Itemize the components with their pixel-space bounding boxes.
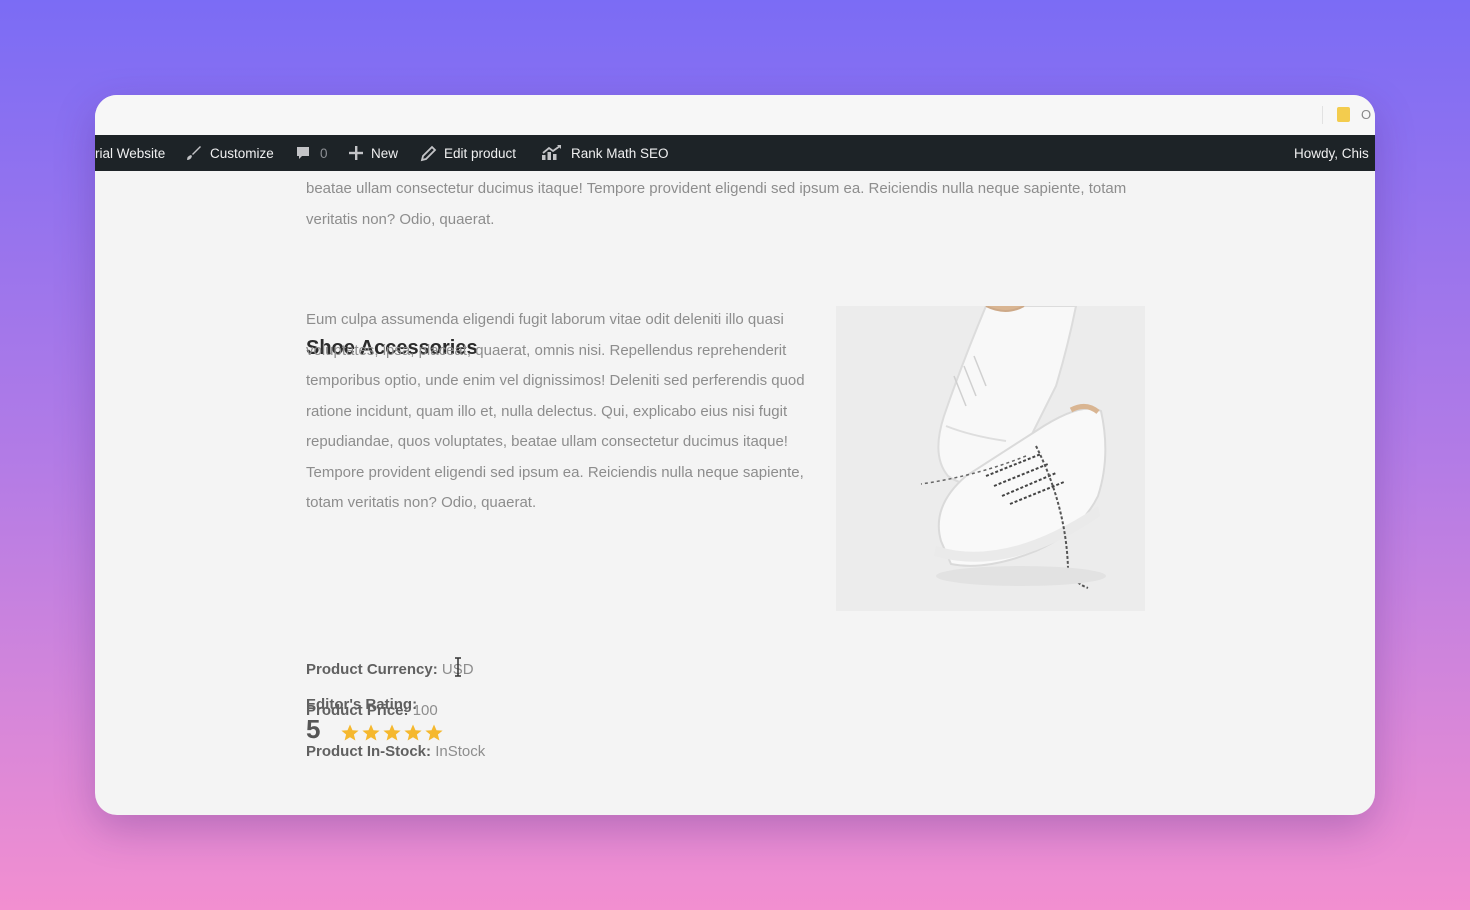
intro-paragraph: beatae ullam consectetur ducimus itaque!… (306, 180, 1127, 228)
new-label: New (371, 145, 399, 161)
bookmarks-separator (1322, 106, 1323, 124)
brush-icon (187, 146, 201, 160)
product-image (836, 305, 1145, 611)
text-cursor-icon (455, 657, 461, 677)
wp-admin-bar: rial Website Customize 0 New Edit produc… (95, 135, 1375, 171)
currency-label: Product Currency: (306, 661, 438, 678)
sneakers-illustration (836, 305, 1145, 611)
rank-math-label: Rank Math SEO (571, 145, 669, 161)
comment-icon (297, 147, 309, 159)
star-icon (404, 724, 422, 741)
rating-stars (340, 723, 444, 743)
star-icon (425, 724, 443, 741)
stock-label: Product In-Stock: (306, 743, 432, 760)
browser-window: O rial Website Customize 0 New Edit prod… (95, 95, 1375, 815)
my-account-link[interactable]: Howdy, Chis (1294, 135, 1369, 171)
howdy-label: Howdy, Chis (1294, 145, 1369, 161)
browser-bookmarks-bar: O (95, 95, 1375, 135)
customize-label: Customize (210, 145, 274, 161)
rating-label: Editor's Rating: (306, 696, 418, 713)
edit-product-label: Edit product (444, 145, 517, 161)
bookmark-label[interactable]: O (1361, 107, 1371, 122)
rank-math-link[interactable]: Rank Math SEO (540, 135, 669, 171)
product-stock: Product In-Stock: InStock (306, 743, 485, 760)
comments-count: 0 (320, 145, 328, 161)
body-paragraph: Eum culpa assumenda eligendi fugit labor… (306, 311, 805, 511)
rank-math-icon (542, 145, 561, 160)
star-icon (362, 724, 380, 741)
star-icon (341, 724, 359, 741)
rating-value: 5 (306, 714, 321, 744)
site-name-label: rial Website (95, 145, 166, 161)
site-name-link[interactable]: rial Website (95, 135, 165, 171)
stock-value: InStock (435, 743, 486, 760)
product-currency: Product Currency: USD (306, 661, 474, 678)
comments-link[interactable]: 0 (295, 135, 328, 171)
customize-link[interactable]: Customize (185, 135, 274, 171)
edit-product-link[interactable]: Edit product (420, 135, 516, 171)
star-icon (383, 724, 401, 741)
new-content-link[interactable]: New (348, 135, 398, 171)
plus-icon (349, 146, 363, 160)
bookmark-icon[interactable] (1337, 107, 1350, 122)
pencil-icon (420, 145, 437, 161)
